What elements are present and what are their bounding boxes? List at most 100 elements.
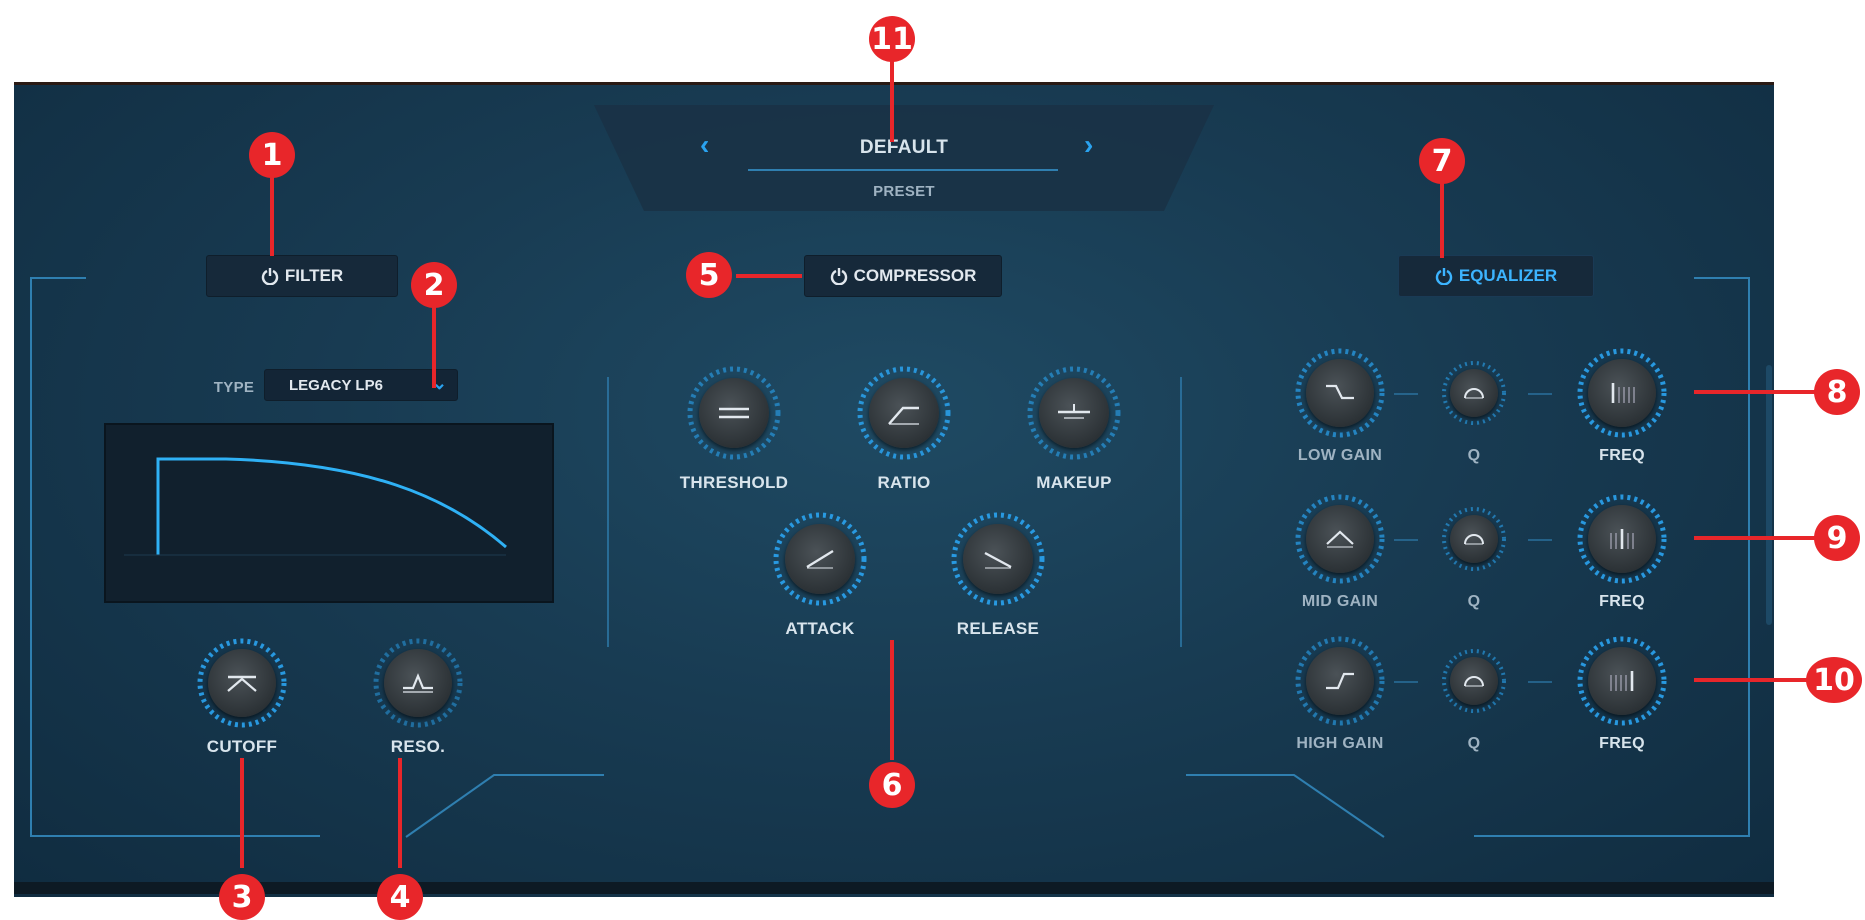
preset-label: PRESET bbox=[873, 183, 935, 200]
threshold-icon bbox=[719, 407, 749, 419]
callout-2: 2 bbox=[411, 262, 457, 308]
release-knob[interactable] bbox=[948, 509, 1048, 609]
cutoff-knob[interactable] bbox=[194, 635, 290, 731]
freq-bars-icon bbox=[1610, 529, 1634, 549]
low-gain-knob[interactable] bbox=[1292, 345, 1388, 441]
reso-label: RESO. bbox=[390, 737, 446, 756]
mid-gain-label: MID GAIN bbox=[1301, 593, 1379, 610]
cutoff-icon bbox=[227, 675, 257, 692]
preset-prev-button[interactable]: ‹ bbox=[700, 129, 709, 161]
attack-icon bbox=[806, 549, 834, 569]
freq-bars-icon bbox=[1610, 671, 1634, 691]
high-q-knob[interactable] bbox=[1440, 647, 1508, 715]
callout-line bbox=[432, 306, 436, 388]
frame-line bbox=[30, 835, 320, 837]
ratio-label: RATIO bbox=[877, 473, 931, 492]
callout-10: 10 bbox=[1806, 657, 1862, 703]
resonance-icon bbox=[403, 673, 433, 693]
frame-line bbox=[1474, 835, 1750, 837]
callout-line bbox=[890, 640, 894, 760]
callout-line bbox=[1440, 182, 1444, 258]
callout-8: 8 bbox=[1814, 369, 1860, 415]
ratio-icon bbox=[888, 406, 919, 425]
frame-corner-left bbox=[405, 774, 604, 838]
callout-line bbox=[240, 758, 244, 868]
low-q-knob[interactable] bbox=[1440, 359, 1508, 427]
q-bell-icon bbox=[1464, 534, 1484, 545]
freq-bars-icon bbox=[1611, 383, 1635, 403]
callout-7: 7 bbox=[1419, 138, 1465, 184]
frame-line bbox=[1748, 277, 1750, 837]
filter-type-dropdown[interactable]: LEGACY LP6 ⌄ bbox=[264, 369, 458, 401]
frame-corner-right bbox=[1186, 774, 1385, 838]
filter-graph-display bbox=[104, 423, 554, 603]
high-gain-label: HIGH GAIN bbox=[1296, 735, 1384, 752]
low-freq-knob[interactable] bbox=[1574, 345, 1670, 441]
callout-5: 5 bbox=[686, 252, 732, 298]
high-shelf-icon bbox=[1326, 672, 1354, 690]
makeup-label: MAKEUP bbox=[1036, 473, 1112, 492]
high-q-label: Q bbox=[1467, 735, 1481, 752]
threshold-label: THRESHOLD bbox=[679, 473, 789, 492]
callout-line bbox=[890, 52, 894, 142]
reso-knob[interactable] bbox=[370, 635, 466, 731]
callout-line bbox=[398, 758, 402, 868]
panel-bottom-bar bbox=[14, 882, 1774, 894]
ratio-knob[interactable] bbox=[854, 363, 954, 463]
eq-connector bbox=[1394, 539, 1418, 541]
callout-line bbox=[1694, 390, 1818, 394]
mid-gain-knob[interactable] bbox=[1292, 491, 1388, 587]
frame-line bbox=[1694, 277, 1750, 279]
high-gain-knob[interactable] bbox=[1292, 633, 1388, 729]
filter-type-value: LEGACY LP6 bbox=[289, 376, 383, 394]
callout-line bbox=[1694, 678, 1810, 682]
preset-divider bbox=[748, 169, 1058, 171]
attack-label: ATTACK bbox=[785, 619, 855, 638]
callout-9: 9 bbox=[1814, 515, 1860, 561]
power-icon bbox=[261, 268, 279, 285]
mid-q-knob[interactable] bbox=[1440, 505, 1508, 573]
eq-connector bbox=[1528, 393, 1552, 395]
makeup-icon bbox=[1058, 404, 1090, 419]
threshold-knob[interactable] bbox=[684, 363, 784, 463]
section-divider bbox=[607, 377, 609, 647]
frame-line bbox=[30, 277, 32, 837]
filter-curve bbox=[124, 457, 507, 556]
makeup-knob[interactable] bbox=[1024, 363, 1124, 463]
q-bell-icon bbox=[1464, 676, 1484, 687]
cutoff-label: CUTOFF bbox=[206, 737, 278, 756]
release-icon bbox=[984, 551, 1012, 569]
preset-next-button[interactable]: › bbox=[1084, 129, 1093, 161]
callout-11: 11 bbox=[869, 16, 915, 62]
filter-power-button[interactable]: FILTER bbox=[206, 255, 398, 297]
callout-line bbox=[1694, 536, 1818, 540]
scrollbar[interactable] bbox=[1766, 365, 1772, 625]
low-gain-label: LOW GAIN bbox=[1297, 447, 1383, 464]
mid-peak-icon bbox=[1326, 530, 1354, 548]
attack-knob[interactable] bbox=[770, 509, 870, 609]
mid-q-label: Q bbox=[1467, 593, 1481, 610]
equalizer-power-button[interactable]: EQUALIZER bbox=[1398, 255, 1594, 297]
frame-line bbox=[30, 277, 86, 279]
compressor-power-button[interactable]: COMPRESSOR bbox=[804, 255, 1002, 297]
low-shelf-icon bbox=[1326, 384, 1354, 400]
equalizer-button-label: EQUALIZER bbox=[1458, 266, 1558, 285]
eq-connector bbox=[1394, 393, 1418, 395]
filter-button-label: FILTER bbox=[284, 266, 344, 285]
callout-4: 4 bbox=[377, 874, 423, 920]
mid-freq-knob[interactable] bbox=[1574, 491, 1670, 587]
release-label: RELEASE bbox=[956, 619, 1040, 638]
compressor-button-label: COMPRESSOR bbox=[853, 266, 977, 285]
high-freq-knob[interactable] bbox=[1574, 633, 1670, 729]
callout-1: 1 bbox=[249, 132, 295, 178]
filter-type-label: TYPE bbox=[213, 379, 255, 396]
eq-connector bbox=[1528, 681, 1552, 683]
section-divider bbox=[1180, 377, 1182, 647]
preset-name[interactable]: DEFAULT bbox=[814, 137, 994, 159]
q-bell-icon bbox=[1464, 388, 1484, 399]
power-icon bbox=[1435, 268, 1453, 285]
mid-freq-label: FREQ bbox=[1599, 593, 1645, 610]
eq-connector bbox=[1528, 539, 1552, 541]
callout-line bbox=[270, 176, 274, 256]
eq-connector bbox=[1394, 681, 1418, 683]
